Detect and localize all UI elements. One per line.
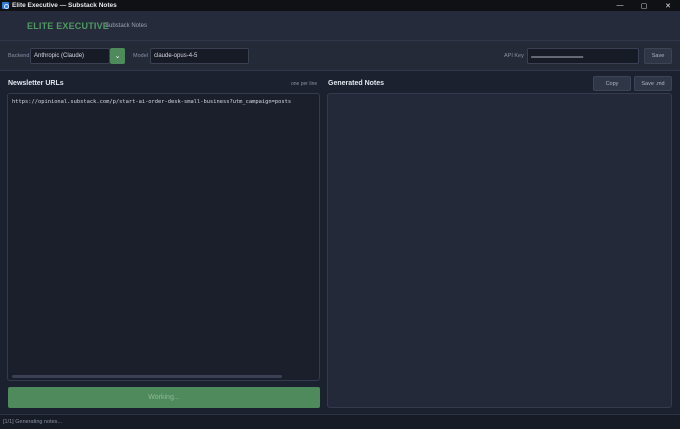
generate-button[interactable]: Working... xyxy=(8,387,320,408)
url-line: https://opinional.substack.com/p/start-a… xyxy=(12,99,292,105)
maximize-button[interactable]: ▢ xyxy=(632,0,656,11)
window-title: Elite Executive — Substack Notes xyxy=(12,2,117,9)
save-api-key-button[interactable]: Save xyxy=(644,48,672,64)
app-icon xyxy=(2,2,9,9)
backend-value: Anthropic (Claude) xyxy=(34,53,85,59)
window-controls: — ▢ ✕ xyxy=(608,0,680,11)
api-key-input[interactable]: ••••••••••••••••••••••••••••••••••••••••… xyxy=(527,48,639,64)
copy-button[interactable]: Copy xyxy=(593,76,631,91)
api-key-value: ••••••••••••••••••••••••••••••••••••••••… xyxy=(531,53,584,59)
model-label: Model xyxy=(133,53,148,59)
backend-select[interactable]: Anthropic (Claude) xyxy=(30,48,110,64)
urls-title: Newsletter URLs xyxy=(8,80,64,87)
app-subtitle: Substack Notes xyxy=(105,23,148,29)
brand-title: ELITE EXECUTIVE xyxy=(27,21,110,31)
urls-hint: one per line xyxy=(291,81,318,87)
model-value: claude-opus-4-5 xyxy=(154,53,198,59)
close-button[interactable]: ✕ xyxy=(656,0,680,11)
api-key-label: API Key xyxy=(504,53,524,59)
settings-toolbar: Backend Anthropic (Claude) ⌄ Model claud… xyxy=(0,41,680,71)
status-text: [1/1] Generating notes... xyxy=(3,419,63,425)
chevron-down-icon[interactable]: ⌄ xyxy=(110,48,125,64)
app-header: ELITE EXECUTIVE Substack Notes xyxy=(0,11,680,41)
backend-label: Backend xyxy=(8,53,30,59)
status-bar: [1/1] Generating notes... xyxy=(0,414,680,429)
notes-title: Generated Notes xyxy=(328,80,385,87)
window-titlebar: Elite Executive — Substack Notes — ▢ ✕ xyxy=(0,0,680,11)
urls-textarea[interactable]: https://opinional.substack.com/p/start-a… xyxy=(7,93,320,381)
minimize-button[interactable]: — xyxy=(608,0,632,11)
model-input[interactable]: claude-opus-4-5 xyxy=(150,48,249,64)
notes-output[interactable] xyxy=(327,93,672,408)
horizontal-scrollbar[interactable] xyxy=(12,375,282,378)
save-md-button[interactable]: Save .md xyxy=(634,76,672,91)
